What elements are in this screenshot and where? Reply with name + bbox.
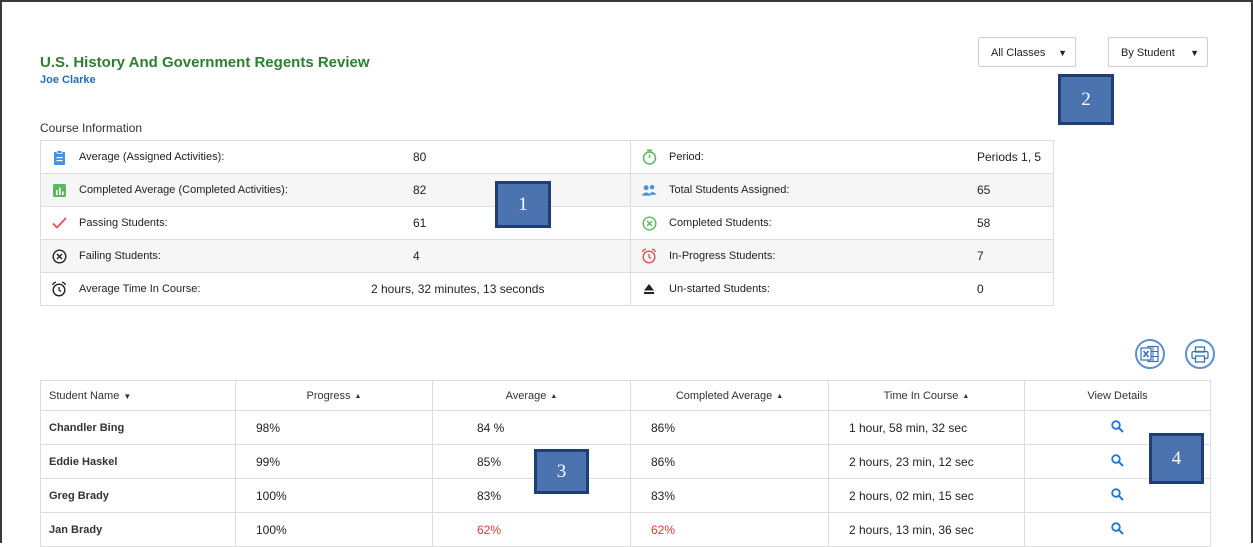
search-icon[interactable] (1111, 453, 1124, 470)
class-filter-value: All Classes (991, 47, 1046, 59)
progress-cell: 100% (235, 512, 433, 547)
average-cell: 83% (432, 478, 631, 513)
bar-chart-icon (51, 182, 67, 198)
completed-average-cell: 86% (630, 410, 829, 445)
student-name: Chandler Bing (40, 410, 236, 445)
column-header-progress[interactable]: Progress ▲ (235, 380, 433, 411)
teacher-link[interactable]: Joe Clarke (40, 74, 96, 86)
print-icon[interactable] (1185, 339, 1215, 369)
chevron-down-icon: ▼ (1058, 48, 1067, 58)
callout-badge-2: 2 (1058, 74, 1114, 125)
student-name: Greg Brady (40, 478, 236, 513)
sort-up-icon: ▲ (354, 392, 362, 400)
circle-x-icon (51, 248, 67, 264)
progress-cell: 99% (235, 444, 433, 479)
info-label: Passing Students: (79, 217, 168, 229)
progress-cell: 98% (235, 410, 433, 445)
table-row: Eddie Haskel 99% 85% 86% 2 hours, 23 min… (40, 444, 1211, 479)
info-label: Completed Students: (669, 217, 772, 229)
course-title: U.S. History And Government Regents Revi… (40, 54, 370, 71)
search-icon[interactable] (1111, 487, 1124, 504)
alarm-clock-icon (51, 281, 67, 297)
column-header-view-details: View Details (1024, 380, 1211, 411)
info-label: In-Progress Students: (669, 250, 776, 262)
circle-x-icon (641, 215, 657, 231)
search-icon[interactable] (1111, 419, 1124, 436)
average-cell: 84 % (432, 410, 631, 445)
view-mode-select[interactable]: By Student ▼ (1108, 37, 1208, 67)
view-details-cell (1024, 512, 1211, 547)
column-header-completed-average[interactable]: Completed Average ▲ (630, 380, 829, 411)
info-label: Completed Average (Completed Activities)… (79, 184, 288, 196)
eject-icon (641, 281, 657, 297)
alarm-clock-icon (641, 248, 657, 264)
average-cell: 85% (432, 444, 631, 479)
info-label: Average (Assigned Activities): (79, 151, 225, 163)
sort-up-icon: ▲ (776, 392, 784, 400)
checkmark-icon (51, 215, 67, 231)
time-in-course-cell: 2 hours, 02 min, 15 sec (828, 478, 1025, 513)
clipboard-icon (51, 149, 67, 165)
table-row: Chandler Bing 98% 84 % 86% 1 hour, 58 mi… (40, 410, 1211, 445)
info-label: Un-started Students: (669, 283, 770, 295)
info-value: 58 (977, 216, 991, 230)
course-info-row: Failing Students: 4 In-Progress Students… (41, 240, 1053, 273)
info-value: Periods 1, 5 (977, 150, 1042, 164)
column-header-student-name[interactable]: Student Name ▼ (40, 380, 236, 411)
sort-up-icon: ▲ (962, 392, 970, 400)
chevron-down-icon: ▼ (1190, 48, 1199, 58)
student-name: Jan Brady (40, 512, 236, 547)
excel-export-icon[interactable] (1135, 339, 1165, 369)
class-filter-select[interactable]: All Classes ▼ (978, 37, 1076, 67)
time-in-course-cell: 1 hour, 58 min, 32 sec (828, 410, 1025, 445)
time-in-course-cell: 2 hours, 13 min, 36 sec (828, 512, 1025, 547)
student-name: Eddie Haskel (40, 444, 236, 479)
sort-up-icon: ▲ (550, 392, 558, 400)
info-label: Total Students Assigned: (669, 184, 790, 196)
info-label: Failing Students: (79, 250, 161, 262)
average-cell: 62% (432, 512, 631, 547)
info-label: Period: (669, 151, 704, 163)
completed-average-cell: 86% (630, 444, 829, 479)
info-value: 65 (977, 183, 991, 197)
course-info-row: Average Time In Course: 2 hours, 32 minu… (41, 273, 1053, 306)
callout-badge-3: 3 (534, 449, 589, 494)
course-info-row: Average (Assigned Activities): 80 Period… (41, 141, 1053, 174)
stopwatch-icon (641, 149, 657, 165)
column-header-time-in-course[interactable]: Time In Course ▲ (828, 380, 1025, 411)
view-mode-value: By Student (1121, 47, 1175, 59)
info-label: Average Time In Course: (79, 283, 201, 295)
completed-average-cell: 62% (630, 512, 829, 547)
info-value: 2 hours, 32 minutes, 13 seconds (371, 273, 631, 305)
callout-badge-1: 1 (495, 181, 551, 228)
student-table: Student Name ▼ Progress ▲ Average ▲ Complet… (40, 380, 1211, 547)
table-header-row: Student Name ▼ Progress ▲ Average ▲ Complet… (40, 380, 1211, 411)
callout-badge-4: 4 (1149, 433, 1204, 484)
sort-down-icon: ▼ (123, 391, 132, 401)
course-info-heading: Course Information (40, 121, 143, 135)
table-row: Jan Brady 100% 62% 62% 2 hours, 13 min, … (40, 512, 1211, 547)
column-header-average[interactable]: Average ▲ (432, 380, 631, 411)
completed-average-cell: 83% (630, 478, 829, 513)
info-value: 7 (977, 249, 984, 263)
progress-cell: 100% (235, 478, 433, 513)
time-in-course-cell: 2 hours, 23 min, 12 sec (828, 444, 1025, 479)
info-value: 0 (977, 282, 984, 296)
search-icon[interactable] (1111, 521, 1124, 538)
info-value: 4 (371, 240, 631, 272)
table-row: Greg Brady 100% 83% 83% 2 hours, 02 min,… (40, 478, 1211, 513)
people-icon (641, 182, 657, 198)
info-value: 80 (371, 141, 631, 173)
